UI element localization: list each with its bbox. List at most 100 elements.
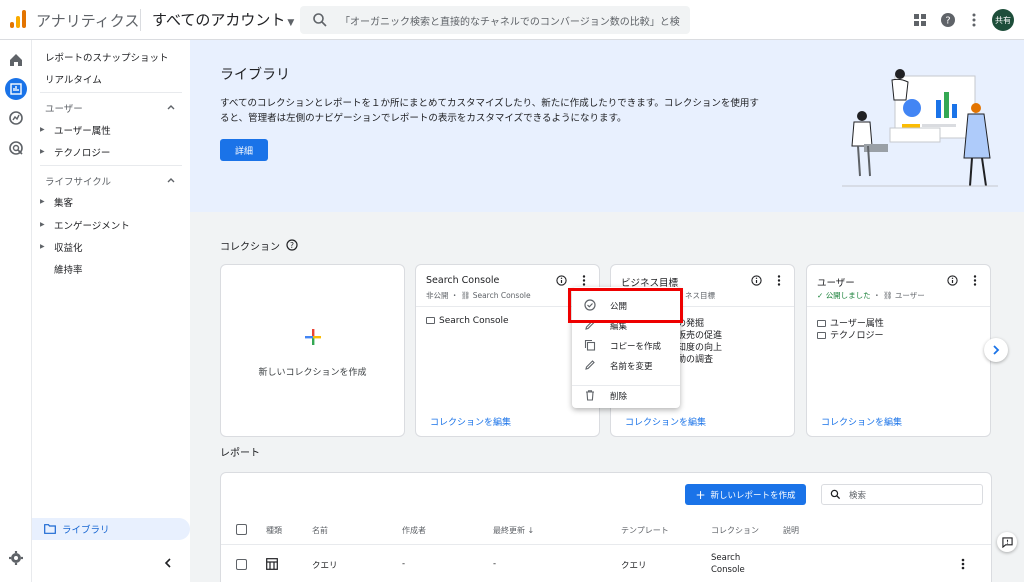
nav-divider bbox=[40, 165, 182, 166]
report-name[interactable]: クエリ bbox=[312, 559, 338, 571]
svg-text:?: ? bbox=[945, 16, 950, 27]
expand-arrow-icon[interactable]: ▶ bbox=[40, 221, 45, 228]
feedback-button[interactable] bbox=[997, 532, 1017, 552]
more-vert-icon[interactable] bbox=[777, 275, 781, 286]
table-icon bbox=[266, 558, 278, 570]
nav-monetization[interactable]: 収益化 bbox=[54, 240, 83, 254]
column-header[interactable]: 作成者 bbox=[402, 525, 426, 536]
more-vert-icon[interactable] bbox=[582, 275, 586, 286]
column-header[interactable]: 説明 bbox=[783, 525, 799, 536]
search-icon bbox=[313, 13, 327, 27]
edit-collection-link[interactable]: コレクションを編集 bbox=[821, 415, 902, 428]
settings-gear-icon[interactable] bbox=[8, 550, 24, 566]
collection-item: 動の調査 bbox=[677, 355, 714, 365]
nav-user-attributes[interactable]: ユーザー属性 bbox=[54, 123, 111, 137]
nav-retention[interactable]: 維持率 bbox=[54, 262, 83, 276]
nav-library[interactable]: ライブラリ bbox=[32, 518, 190, 540]
nav-engagement[interactable]: エンゲージメント bbox=[54, 218, 130, 232]
nav-divider bbox=[40, 92, 182, 93]
collection-status: 非公開 ・ ⛓ Search Console bbox=[426, 291, 531, 300]
edit-collection-link[interactable]: コレクションを編集 bbox=[430, 415, 511, 428]
nav-library-label: ライブラリ bbox=[62, 525, 110, 536]
search-bar[interactable]: 「オーガニック検索と直接的なチャネルでのコンバージョン数の比較」と検… bbox=[300, 6, 690, 34]
card-divider bbox=[807, 306, 990, 307]
expand-arrow-icon[interactable]: ▶ bbox=[40, 243, 45, 250]
column-header[interactable]: 種類 bbox=[266, 525, 282, 536]
reports-table: + 新しいレポートを作成 検索 種類 名前 作成者 最終更新 ↓ テンプレート コ… bbox=[220, 472, 992, 582]
report-template: クエリ bbox=[621, 561, 647, 571]
row-checkbox[interactable] bbox=[236, 559, 247, 570]
nav-section-lifecycle[interactable]: ライフサイクル bbox=[45, 174, 111, 188]
search-placeholder: 「オーガニック検索と直接的なチャネルでのコンバージョン数の比較」と検… bbox=[340, 16, 680, 28]
table-divider bbox=[221, 544, 991, 545]
apps-grid-icon[interactable] bbox=[912, 12, 928, 28]
column-header[interactable]: コレクション bbox=[711, 525, 759, 536]
chevron-up-icon[interactable] bbox=[166, 102, 176, 112]
menu-item-delete[interactable]: 削除 bbox=[572, 385, 680, 405]
avatar[interactable]: 共有 bbox=[992, 9, 1014, 31]
nav-acquisition[interactable]: 集客 bbox=[54, 195, 73, 209]
page-title: ライブラリ bbox=[220, 67, 290, 83]
arrow-down-icon: ↓ bbox=[527, 526, 535, 535]
expand-arrow-icon[interactable]: ▶ bbox=[40, 198, 45, 205]
info-icon[interactable] bbox=[751, 275, 762, 286]
nav-section-user[interactable]: ユーザー bbox=[45, 101, 83, 115]
expand-arrow-icon[interactable]: ▶ bbox=[40, 126, 45, 133]
search-icon bbox=[830, 489, 841, 500]
next-collections-button[interactable] bbox=[984, 338, 1008, 362]
link-icon: ⛓ bbox=[460, 291, 471, 300]
app-title: アナリティクス bbox=[36, 12, 140, 30]
column-header[interactable]: 名前 bbox=[312, 525, 328, 536]
chevron-right-icon bbox=[993, 345, 1000, 355]
collections-title: コレクション bbox=[220, 242, 280, 253]
collection-status: ✓ 公開しました ・ ⛓ ユーザー bbox=[817, 291, 925, 300]
explore-icon[interactable] bbox=[8, 110, 24, 126]
plus-icon bbox=[305, 329, 321, 345]
home-icon[interactable] bbox=[8, 52, 24, 68]
analytics-logo-icon[interactable] bbox=[10, 10, 26, 28]
more-vert-icon[interactable] bbox=[961, 558, 965, 570]
help-icon[interactable]: ? bbox=[940, 12, 956, 28]
details-button[interactable]: 詳細 bbox=[220, 139, 268, 161]
reports-icon[interactable] bbox=[5, 78, 27, 100]
header-divider bbox=[140, 9, 141, 31]
chevron-up-icon[interactable] bbox=[166, 175, 176, 185]
nav-realtime[interactable]: リアルタイム bbox=[45, 72, 102, 86]
hero-description: すべてのコレクションとレポートを１か所にまとめてカスタマイズしたり、新たに作成し… bbox=[220, 98, 759, 124]
info-icon[interactable] bbox=[556, 275, 567, 286]
collection-card-user[interactable]: ユーザー ✓ 公開しました ・ ⛓ ユーザー ユーザー属性 テクノロジー コレク… bbox=[806, 264, 991, 437]
folder-icon bbox=[817, 320, 826, 327]
select-all-checkbox[interactable] bbox=[236, 524, 247, 535]
menu-item-rename[interactable]: 名前を変更 bbox=[572, 355, 680, 375]
info-icon[interactable] bbox=[947, 275, 958, 286]
more-vert-icon[interactable] bbox=[973, 275, 977, 286]
plus-icon: + bbox=[695, 487, 706, 502]
account-label: すべてのアカウント bbox=[152, 11, 286, 29]
report-collection: Search bbox=[711, 553, 741, 563]
more-vert-icon[interactable] bbox=[966, 12, 982, 28]
collapse-chevron-icon[interactable] bbox=[162, 557, 174, 569]
menu-item-copy[interactable]: コピーを作成 bbox=[572, 335, 680, 355]
collection-item: Search Console bbox=[426, 316, 509, 326]
column-header[interactable]: 最終更新 ↓ bbox=[493, 525, 534, 536]
column-header[interactable]: テンプレート bbox=[621, 525, 669, 536]
expand-arrow-icon[interactable]: ▶ bbox=[40, 148, 45, 155]
help-circle-icon[interactable]: ? bbox=[286, 239, 298, 251]
account-selector[interactable]: すべてのアカウント ▼ bbox=[152, 9, 294, 30]
advertising-icon[interactable] bbox=[8, 140, 24, 156]
report-creator: - bbox=[402, 559, 406, 569]
nav-technology[interactable]: テクノロジー bbox=[54, 145, 110, 159]
feedback-icon bbox=[1001, 536, 1013, 548]
new-collection-card[interactable]: 新しいコレクションを作成 bbox=[220, 264, 405, 437]
copy-icon bbox=[584, 339, 596, 351]
nav-snapshot[interactable]: レポートのスナップショット bbox=[45, 50, 169, 64]
folder-icon bbox=[426, 317, 435, 324]
report-search-input[interactable]: 検索 bbox=[821, 484, 983, 505]
reports-title: レポート bbox=[220, 448, 260, 459]
collection-status: ネス目標 bbox=[685, 291, 715, 300]
new-report-button[interactable]: + 新しいレポートを作成 bbox=[685, 484, 806, 505]
report-collection: Console bbox=[711, 565, 745, 575]
trash-icon bbox=[586, 390, 594, 401]
edit-collection-link[interactable]: コレクションを編集 bbox=[625, 415, 706, 428]
caret-down-icon: ▼ bbox=[287, 18, 295, 28]
